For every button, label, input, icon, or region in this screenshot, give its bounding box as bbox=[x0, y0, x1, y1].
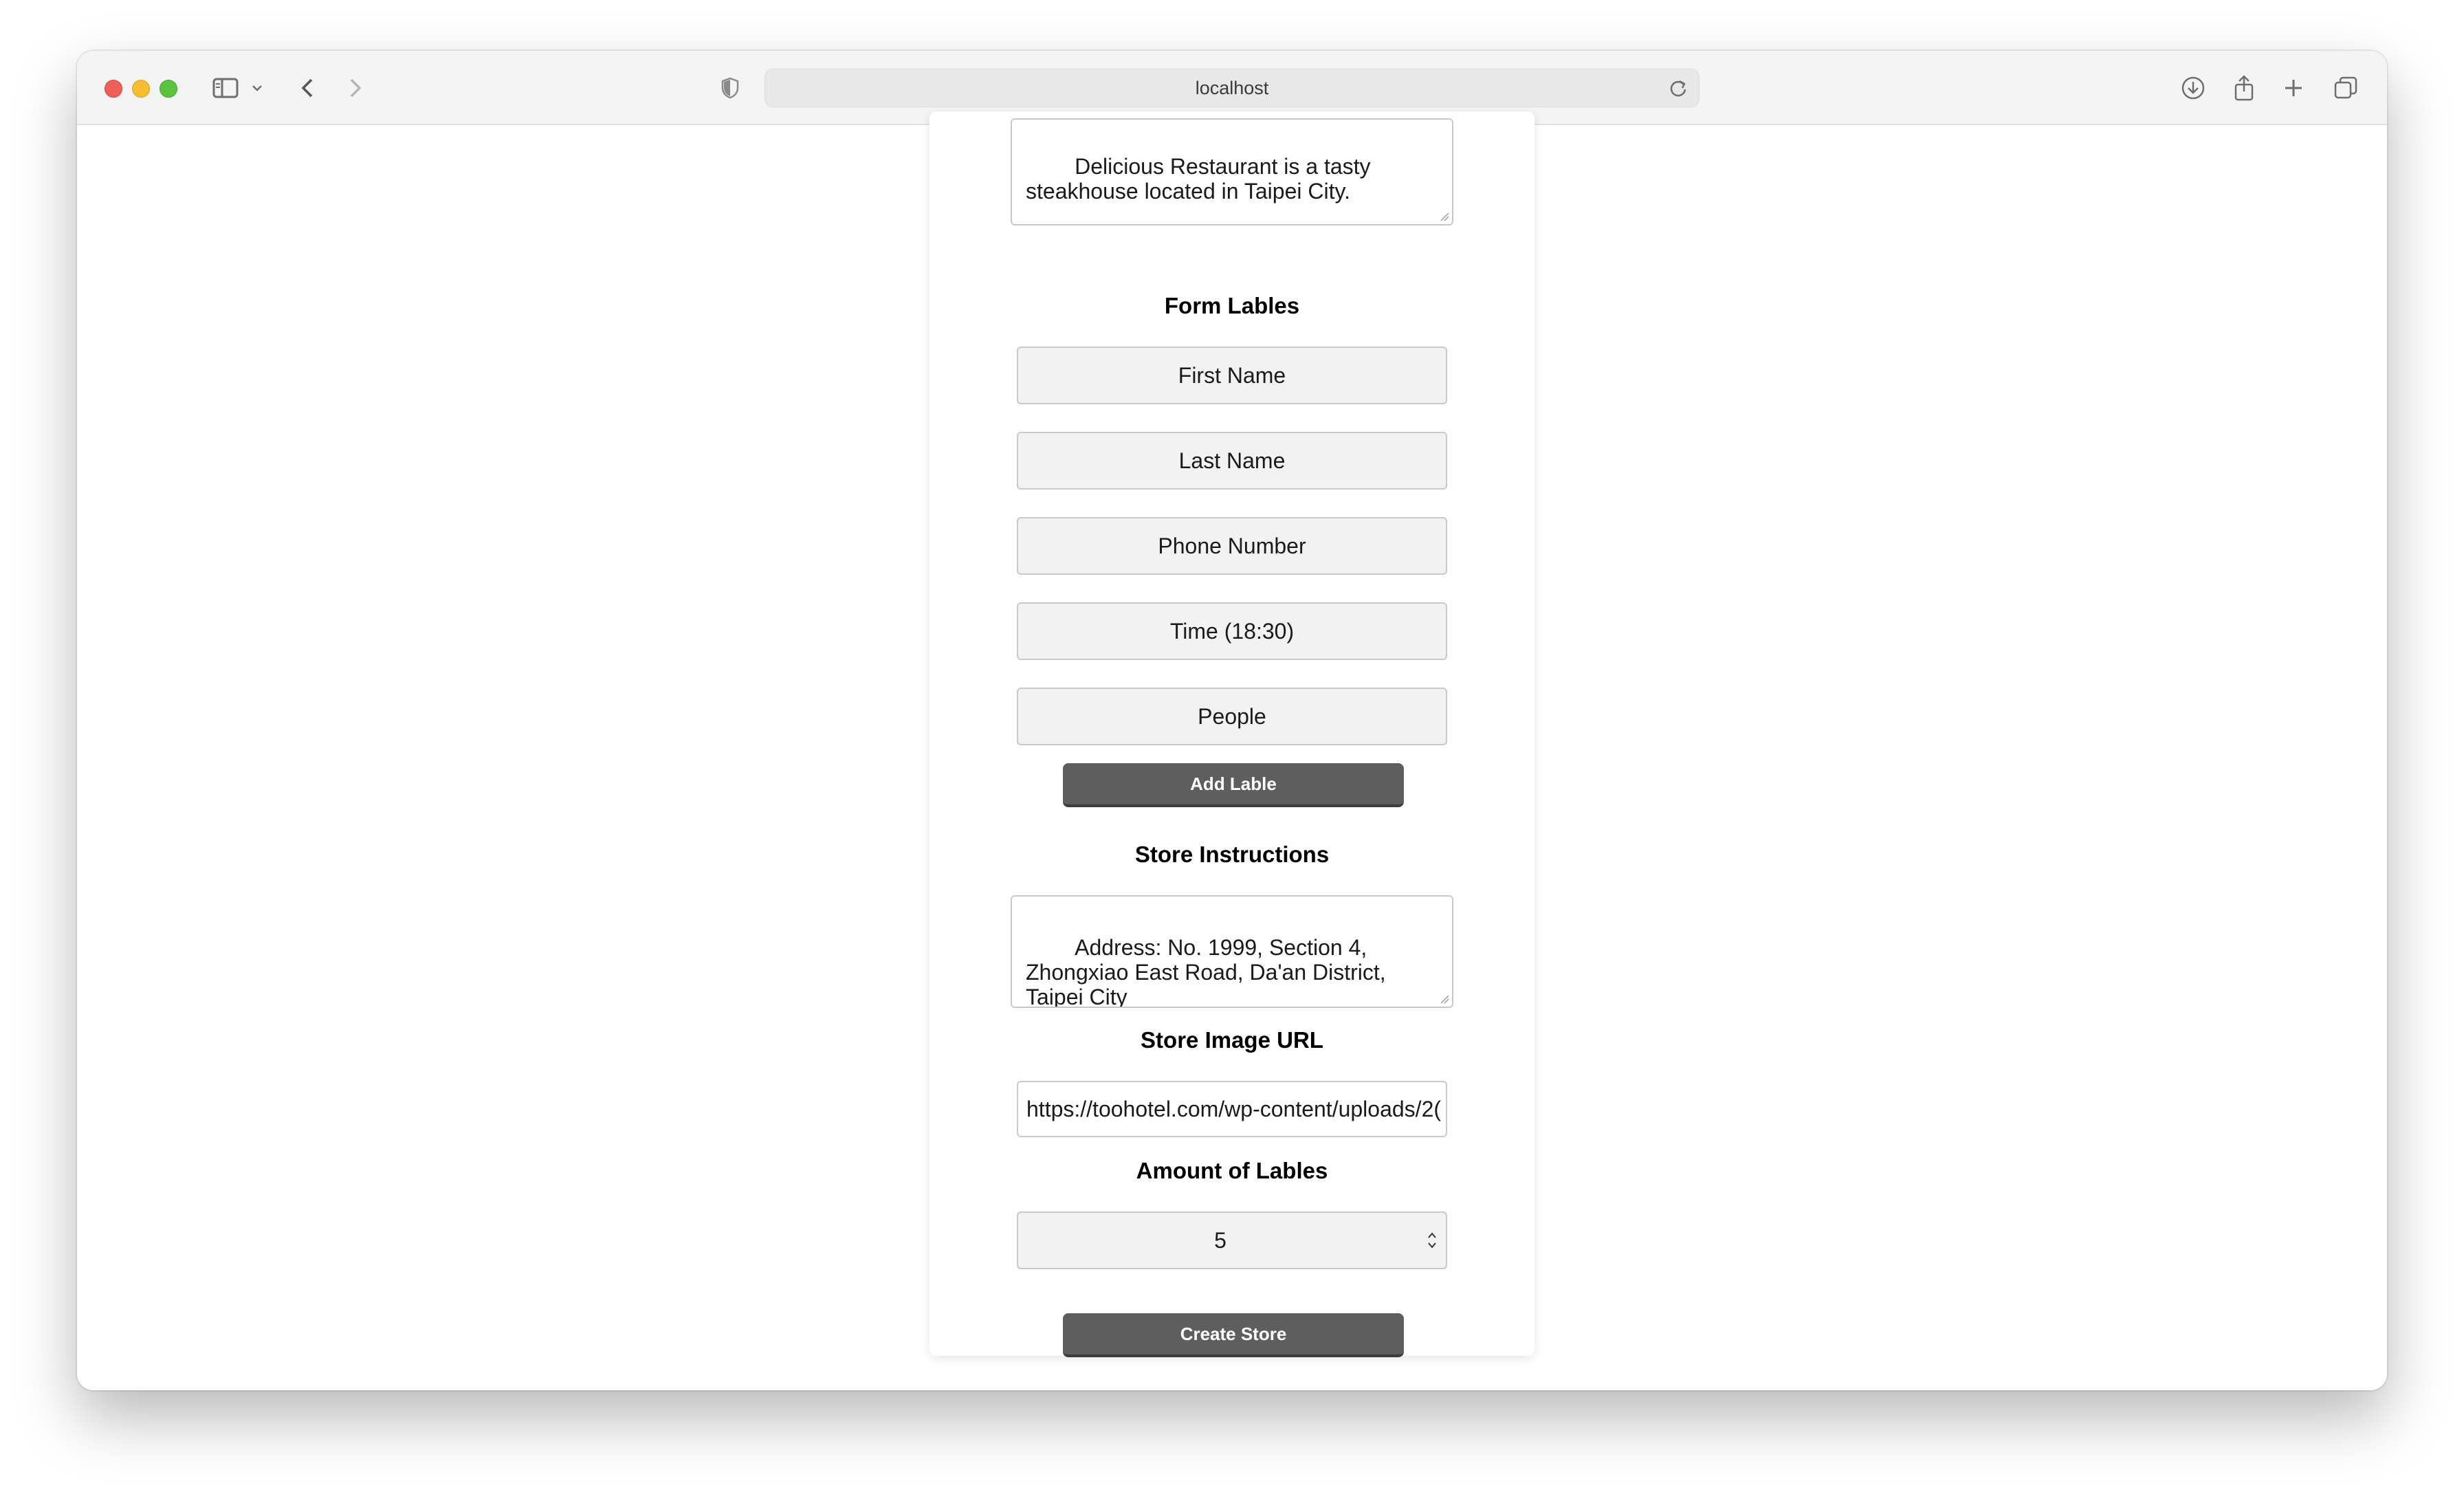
store-description-textarea[interactable]: Delicious Restaurant is a tasty steakhou… bbox=[1011, 118, 1453, 226]
label-first-name[interactable]: First Name bbox=[1017, 347, 1447, 404]
store-instructions-text: Address: No. 1999, Section 4, Zhongxiao … bbox=[1026, 935, 1386, 1008]
new-tab-icon[interactable] bbox=[2281, 72, 2306, 105]
resize-grip-icon[interactable] bbox=[1440, 212, 1449, 221]
amount-of-labels-heading: Amount of Lables bbox=[1136, 1158, 1328, 1183]
download-icon[interactable] bbox=[2179, 72, 2207, 105]
page-content: Delicious Restaurant is a tasty steakhou… bbox=[77, 111, 2387, 1390]
create-store-button[interactable]: Create Store bbox=[1063, 1313, 1404, 1357]
close-window-button[interactable] bbox=[104, 80, 122, 98]
reload-icon[interactable] bbox=[1669, 78, 1688, 103]
tab-overview-icon[interactable] bbox=[2332, 72, 2360, 105]
forward-arrow-icon[interactable] bbox=[345, 72, 366, 105]
maximize-window-button[interactable] bbox=[160, 80, 177, 98]
amount-of-labels-input[interactable]: 5 bbox=[1017, 1211, 1447, 1269]
add-label-button[interactable]: Add Lable bbox=[1063, 763, 1404, 807]
form-labels-heading: Form Lables bbox=[1164, 293, 1300, 318]
privacy-shield-icon[interactable] bbox=[718, 72, 742, 105]
store-instructions-heading: Store Instructions bbox=[1134, 842, 1330, 867]
desktop: localhost Delicious Restaurant is a tast… bbox=[0, 0, 2464, 1492]
label-phone-number[interactable]: Phone Number bbox=[1017, 517, 1447, 575]
number-stepper-icon[interactable] bbox=[1427, 1228, 1438, 1253]
store-instructions-textarea[interactable]: Address: No. 1999, Section 4, Zhongxiao … bbox=[1011, 895, 1453, 1008]
share-icon[interactable] bbox=[2232, 72, 2256, 105]
resize-grip-icon[interactable] bbox=[1440, 994, 1449, 1004]
label-time[interactable]: Time (18:30) bbox=[1017, 602, 1447, 660]
back-arrow-icon[interactable] bbox=[297, 72, 318, 105]
sidebar-toggle-icon[interactable] bbox=[210, 72, 241, 105]
store-description-text: Delicious Restaurant is a tasty steakhou… bbox=[1026, 154, 1377, 204]
browser-window: localhost Delicious Restaurant is a tast… bbox=[77, 51, 2387, 1390]
store-image-url-input[interactable]: https://toohotel.com/wp-content/uploads/… bbox=[1017, 1081, 1447, 1137]
address-bar[interactable]: localhost bbox=[764, 69, 1700, 107]
chevron-down-icon[interactable] bbox=[250, 72, 264, 105]
url-text: localhost bbox=[1195, 77, 1269, 98]
amount-value: 5 bbox=[1214, 1227, 1226, 1253]
minimize-window-button[interactable] bbox=[132, 80, 150, 98]
label-people[interactable]: People bbox=[1017, 688, 1447, 745]
label-last-name[interactable]: Last Name bbox=[1017, 432, 1447, 490]
store-image-url-heading: Store Image URL bbox=[1141, 1027, 1323, 1053]
